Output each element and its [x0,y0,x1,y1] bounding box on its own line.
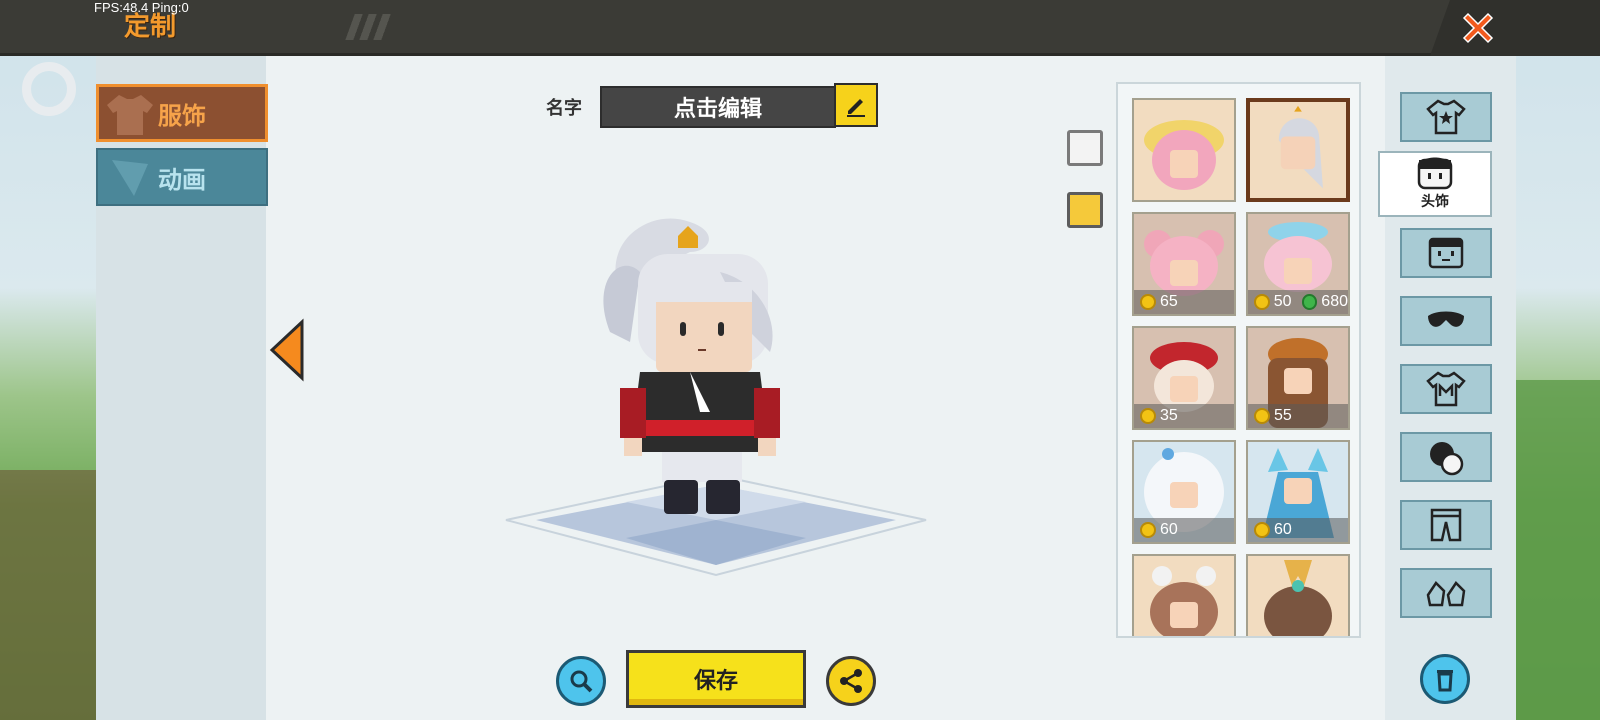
hair-item-icon [1150,566,1218,636]
gloves-icon [1430,442,1464,476]
pencil-icon [847,99,865,117]
category-pants[interactable] [1400,500,1492,550]
background-fence [0,470,100,720]
category-mask[interactable] [1400,296,1492,346]
category-headwear[interactable]: 头饰 [1378,151,1492,217]
close-icon [1462,12,1494,44]
price-tag: 65 [1134,290,1234,314]
coin-icon [1140,294,1156,310]
category-top[interactable] [1400,364,1492,414]
price-coin: 65 [1160,293,1178,310]
trash-icon [1437,670,1453,692]
item-tile[interactable] [1132,554,1236,636]
price-coin: 60 [1160,521,1178,538]
save-button[interactable]: 保存 [626,650,806,708]
yellow-color-swatch[interactable] [1067,192,1103,228]
floating-menu-button[interactable] [22,62,76,116]
hair-item-icon [1144,120,1224,190]
magnifier-icon [570,670,593,693]
hair-item-icon [1264,560,1332,636]
price-tag: 35 [1134,404,1234,428]
animation-icon [112,160,148,196]
character-preview [603,218,780,514]
item-grid: 65 50 680 35 55 60 60 [1116,82,1361,638]
price-tag: 60 [1134,518,1234,542]
mask-icon [1428,311,1464,327]
gem-icon [1301,294,1318,310]
share-button[interactable] [826,656,876,706]
tshirt-icon [107,95,153,135]
item-tile[interactable]: 60 [1132,440,1236,544]
coin-icon [1254,294,1270,310]
close-button[interactable] [1430,0,1600,56]
face-hair-icon [1417,157,1453,190]
price-coin: 60 [1274,521,1292,538]
item-tile[interactable]: 55 [1246,326,1350,430]
face-icon [1428,237,1464,269]
topbar-decoration [345,14,395,40]
price-coin: 55 [1274,407,1292,424]
item-tile[interactable]: 60 [1246,440,1350,544]
pants-icon [1430,508,1462,542]
category-shoes[interactable] [1400,568,1492,618]
category-suit[interactable] [1400,92,1492,142]
name-input[interactable]: 点击编辑 [600,86,836,128]
price-tag: 60 [1248,518,1348,542]
price-tag: 50 680 [1248,290,1348,314]
category-gloves[interactable] [1400,432,1492,482]
fps-readout: FPS:48.4 Ping:0 [94,0,189,15]
name-label: 名字 [546,98,582,119]
white-color-swatch[interactable] [1067,130,1103,166]
category-face[interactable] [1400,228,1492,278]
item-tile[interactable] [1246,554,1350,636]
item-tile[interactable]: 50 680 [1246,212,1350,316]
tab-clothing[interactable]: 服饰 [96,84,268,142]
background-grass [1510,380,1600,720]
price-coin: 50 [1273,293,1292,310]
item-tile-selected[interactable] [1246,98,1350,202]
shoes-icon [1426,581,1466,607]
tab-animation[interactable]: 动画 [96,148,268,206]
price-tag: 55 [1248,404,1348,428]
item-tile[interactable]: 35 [1132,326,1236,430]
share-icon [840,669,862,693]
price-coin: 35 [1160,407,1178,424]
item-tile[interactable] [1132,98,1236,202]
delete-button[interactable] [1420,654,1470,704]
category-headwear-label: 头饰 [1421,194,1449,210]
tab-animation-label: 动画 [158,165,206,194]
edit-name-button[interactable] [834,83,878,127]
hair-item-icon [1278,105,1323,189]
tshirt-m-icon [1426,371,1466,407]
tab-clothing-label: 服饰 [158,101,206,130]
top-bar: 定制 [0,0,1600,56]
coin-icon [1140,522,1156,538]
coin-icon [1254,408,1270,424]
previous-arrow-button[interactable] [268,318,308,382]
item-tile[interactable]: 65 [1132,212,1236,316]
coin-icon [1254,522,1270,538]
shirt-star-icon [1426,99,1466,135]
zoom-button[interactable] [556,656,606,706]
price-gem: 680 [1321,293,1348,310]
coin-icon [1140,408,1156,424]
